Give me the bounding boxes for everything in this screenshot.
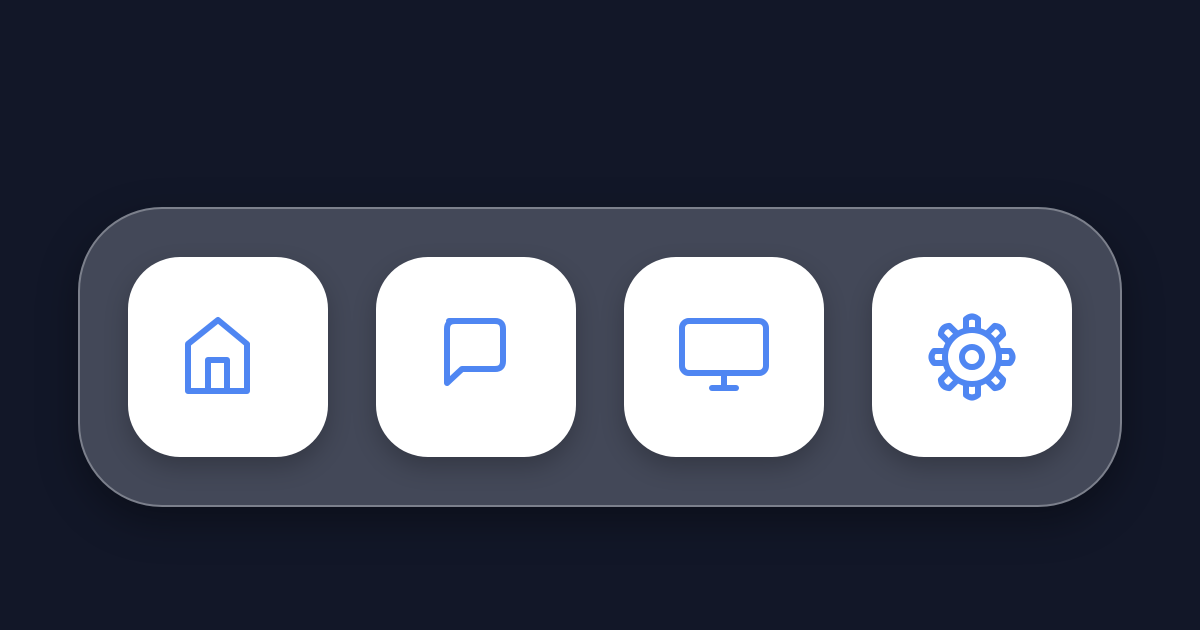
display-button[interactable] [624,257,824,457]
gear-icon [922,307,1022,407]
home-icon [178,307,278,407]
settings-button[interactable] [872,257,1072,457]
monitor-icon [674,307,774,407]
home-button[interactable] [128,257,328,457]
dock-bar [78,207,1122,507]
chat-bubble-icon [426,307,526,407]
messages-button[interactable] [376,257,576,457]
